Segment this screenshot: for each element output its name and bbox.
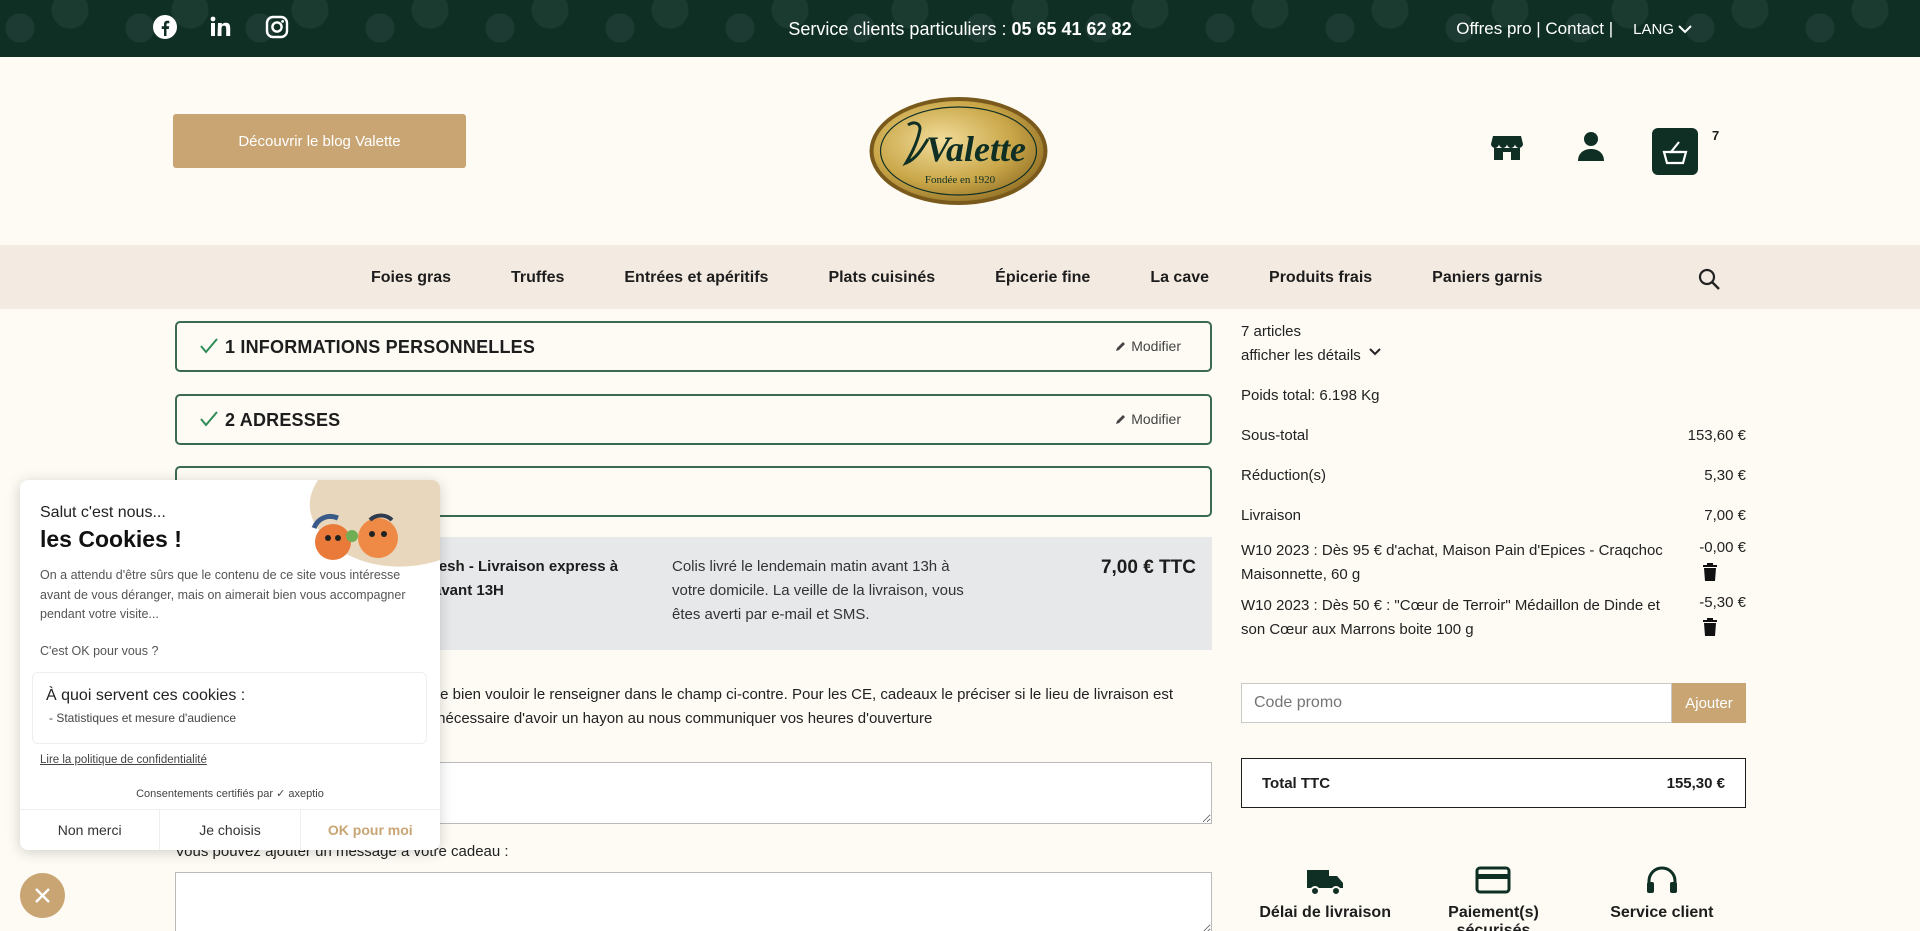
topbar-right: Offres pro | Contact | LANG bbox=[1456, 19, 1692, 39]
modify-button[interactable]: Modifier bbox=[1115, 338, 1181, 354]
pencil-icon bbox=[1116, 342, 1126, 351]
show-details-toggle[interactable]: afficher les détails bbox=[1241, 347, 1746, 364]
total-weight: Poids total: 6.198 Kg bbox=[1241, 387, 1746, 404]
user-account-icon[interactable] bbox=[1573, 128, 1609, 164]
total-label: Total TTC bbox=[1262, 774, 1331, 792]
cookie-question: C'est OK pour vous ? bbox=[40, 644, 159, 658]
nav-item-truffes[interactable]: Truffes bbox=[511, 269, 564, 287]
reassurance-service: Service client bbox=[1578, 864, 1746, 931]
gift-message-field[interactable] bbox=[175, 872, 1212, 931]
pencil-icon bbox=[1116, 415, 1126, 424]
cookie-purpose-box: À quoi servent ces cookies : - Statistiq… bbox=[32, 672, 427, 744]
cookie-title: les Cookies ! bbox=[40, 526, 182, 552]
blog-button[interactable]: Découvrir le blog Valette bbox=[173, 114, 466, 168]
reassurance-label: Paiement(s) sécurisés bbox=[1448, 904, 1539, 931]
articles-label: 7 articles bbox=[1241, 323, 1302, 340]
delivery-row: Livraison 7,00 € bbox=[1241, 507, 1746, 524]
delivery-value: 7,00 € bbox=[1704, 507, 1746, 524]
choose-cookies-button[interactable]: Je choisis bbox=[160, 810, 301, 850]
articles-count: 7 articles bbox=[1241, 323, 1746, 340]
reassurance-delivery: Délai de livraison bbox=[1241, 864, 1409, 931]
reassurance-payment: Paiement(s) sécurisés bbox=[1409, 864, 1577, 931]
modify-label: Modifier bbox=[1131, 338, 1181, 354]
lang-label: LANG bbox=[1633, 20, 1674, 38]
axeptio-certification: Consentements certifiés par ✓ axeptio bbox=[136, 788, 324, 800]
carrier-description: Colis livré le lendemain matin avant 13h… bbox=[672, 558, 964, 623]
refuse-cookies-button[interactable]: Non merci bbox=[20, 810, 161, 850]
reduction-label: Réduction(s) bbox=[1241, 467, 1327, 484]
credit-card-icon bbox=[1473, 864, 1513, 898]
service-label: Service clients particuliers : bbox=[788, 19, 1012, 39]
cookie-illustration bbox=[288, 480, 440, 580]
cookie-paragraph: On a attendu d'être sûrs que le contenu … bbox=[40, 568, 406, 621]
subtotal-row: Sous-total 153,60 € bbox=[1241, 427, 1746, 444]
store-icon[interactable] bbox=[1489, 128, 1525, 164]
check-icon bbox=[200, 411, 218, 427]
accept-cookies-button[interactable]: OK pour moi bbox=[301, 810, 440, 850]
cookie-purpose-item: - Statistiques et mesure d'audience bbox=[49, 711, 237, 725]
logo-text: Valette bbox=[926, 129, 1026, 169]
nav-item-epicerie[interactable]: Épicerie fine bbox=[995, 269, 1090, 287]
promo-code-input[interactable] bbox=[1241, 683, 1672, 723]
basket-icon bbox=[1662, 141, 1688, 165]
top-bar: Service clients particuliers : 05 65 41 … bbox=[0, 0, 1920, 57]
nav-item-cave[interactable]: La cave bbox=[1150, 269, 1209, 287]
truck-icon bbox=[1305, 864, 1345, 898]
cookie-consent-dialog: Salut c'est nous... les Cookies ! On a a… bbox=[20, 480, 440, 850]
cookie-buttons: Non merci Je choisis OK pour moi bbox=[20, 809, 440, 850]
nav-item-entrees[interactable]: Entrées et apéritifs bbox=[624, 269, 768, 287]
delivery-label: Livraison bbox=[1241, 507, 1302, 524]
step-title: 2 ADRESSES bbox=[225, 410, 341, 430]
header-icons bbox=[1489, 128, 1609, 164]
reduction-value: 5,30 € bbox=[1704, 467, 1746, 484]
main-nav: Foies gras Truffes Entrées et apéritifs … bbox=[0, 245, 1920, 309]
subtotal-value: 153,60 € bbox=[1687, 427, 1746, 444]
promo-code-form: Ajouter bbox=[1241, 683, 1746, 723]
chevron-down-icon bbox=[1678, 25, 1692, 34]
cart-count-badge: 7 bbox=[1712, 128, 1720, 143]
reassurance-label: Service client bbox=[1610, 904, 1714, 921]
nav-item-paniers[interactable]: Paniers garnis bbox=[1432, 269, 1542, 287]
check-icon bbox=[200, 338, 218, 354]
service-phone[interactable]: 05 65 41 62 82 bbox=[1011, 19, 1131, 39]
discount-value: -0,00 € bbox=[1699, 539, 1746, 556]
headset-icon bbox=[1642, 864, 1682, 898]
search-icon[interactable] bbox=[1697, 267, 1721, 291]
pro-contact-links[interactable]: Offres pro | Contact | bbox=[1456, 19, 1613, 39]
logo-subtitle: Fondée en 1920 bbox=[925, 174, 996, 186]
weight-label: Poids total: 6.198 Kg bbox=[1241, 387, 1380, 404]
valette-logo[interactable]: Valette Fondée en 1920 bbox=[868, 95, 1049, 207]
total-box: Total TTC 155,30 € bbox=[1241, 758, 1746, 808]
reassurance-label: Délai de livraison bbox=[1259, 904, 1391, 921]
modify-button[interactable]: Modifier bbox=[1115, 411, 1181, 427]
lang-selector[interactable]: LANG bbox=[1633, 21, 1692, 38]
step-addresses: 2 ADRESSES Modifier bbox=[175, 394, 1212, 445]
reassurance-block: Délai de livraison Paiement(s) sécurisés… bbox=[1241, 864, 1746, 931]
cookie-purpose-title: À quoi servent ces cookies : bbox=[46, 687, 246, 704]
discount-value: -5,30 € bbox=[1699, 594, 1746, 611]
add-promo-button[interactable]: Ajouter bbox=[1672, 683, 1746, 723]
carrier-name: resh - Livraison express à avant 13H bbox=[433, 558, 619, 599]
step-personal-info: 1 INFORMATIONS PERSONNELLES Modifier bbox=[175, 321, 1212, 372]
privacy-policy-link[interactable]: Lire la politique de confidentialité bbox=[40, 754, 207, 766]
chevron-down-icon bbox=[1369, 348, 1381, 356]
trash-icon[interactable] bbox=[1702, 563, 1718, 581]
cookie-hello: Salut c'est nous... bbox=[40, 504, 166, 521]
cart-button[interactable] bbox=[1652, 128, 1698, 175]
nav-item-plats[interactable]: Plats cuisinés bbox=[828, 269, 935, 287]
subtotal-label: Sous-total bbox=[1241, 427, 1309, 444]
nav-item-foies-gras[interactable]: Foies gras bbox=[371, 269, 451, 287]
discount-label: W10 2023 : Dès 50 € : "Cœur de Terroir" … bbox=[1241, 597, 1660, 638]
trash-icon[interactable] bbox=[1702, 618, 1718, 636]
step-title: 1 INFORMATIONS PERSONNELLES bbox=[225, 337, 536, 357]
close-cookie-button[interactable] bbox=[20, 873, 65, 918]
discount-label: W10 2023 : Dès 95 € d'achat, Maison Pain… bbox=[1241, 542, 1663, 583]
reduction-row: Réduction(s) 5,30 € bbox=[1241, 467, 1746, 484]
modify-label: Modifier bbox=[1131, 411, 1181, 427]
total-value: 155,30 € bbox=[1666, 774, 1725, 792]
carrier-price: 7,00 € TTC bbox=[1100, 557, 1196, 578]
details-label: afficher les détails bbox=[1241, 347, 1361, 364]
close-icon bbox=[35, 888, 50, 903]
nav-item-produits-frais[interactable]: Produits frais bbox=[1269, 269, 1372, 287]
